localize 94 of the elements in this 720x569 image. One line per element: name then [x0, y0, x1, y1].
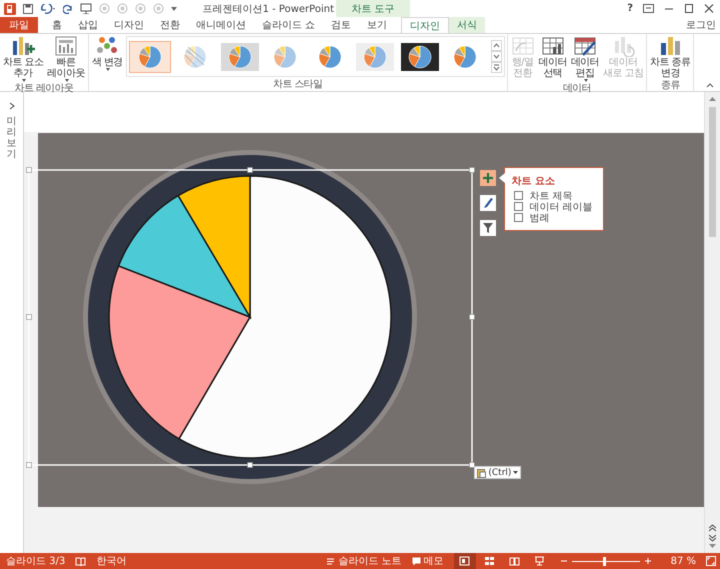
more-styles-icon[interactable]	[490, 62, 502, 73]
ribbon-button[interactable]: 차트 요소 추가	[2, 34, 44, 83]
normal-view-icon	[459, 556, 470, 566]
checkbox[interactable]	[514, 213, 524, 222]
undo-icon[interactable]	[40, 4, 56, 14]
checkbox[interactable]	[514, 202, 524, 211]
scrollbar-thumb[interactable]	[709, 107, 716, 237]
notes-button[interactable]: 슬라이드 노트	[338, 554, 402, 568]
chart-styles-button[interactable]	[480, 195, 496, 211]
ribbon-button[interactable]: 빠른 레이아웃	[46, 34, 86, 83]
ribbon-tab[interactable]: 서식	[449, 17, 486, 33]
brush-icon	[482, 197, 494, 209]
ribbon-tab[interactable]: 검토	[323, 17, 360, 33]
proofing-icon[interactable]	[75, 556, 86, 566]
chart-elements-button[interactable]	[480, 170, 496, 186]
selection-frame[interactable]	[26, 167, 476, 468]
fit-to-window-icon[interactable]	[706, 556, 716, 566]
disabled-tool-icon	[117, 3, 128, 14]
zoom-in-icon[interactable]	[644, 558, 651, 564]
chart-style-option[interactable]	[398, 40, 441, 72]
ribbon-button[interactable]: 차트 종류 변경	[649, 34, 692, 80]
disabled-tool-icon	[135, 3, 146, 14]
option-label: 범례	[529, 212, 550, 224]
table-swap-icon	[510, 35, 535, 57]
redo-icon[interactable]	[63, 4, 73, 14]
book-view-icon	[509, 556, 520, 566]
caret-icon	[513, 470, 518, 474]
scroll-down-icon[interactable]	[490, 51, 502, 62]
help-button[interactable]: ?	[627, 3, 633, 14]
scroll-down-icon[interactable]	[709, 544, 716, 549]
filter-icon	[482, 222, 494, 234]
maximize-icon[interactable]	[684, 4, 694, 13]
language-indicator[interactable]: 한국어	[96, 554, 126, 568]
group-label: 데이터	[562, 83, 592, 95]
paste-options-button[interactable]: (Ctrl)	[474, 466, 522, 479]
customize-toolbar-icon[interactable]	[171, 6, 177, 10]
collapse-ribbon-icon[interactable]	[706, 82, 714, 88]
presentation-icon[interactable]	[80, 3, 92, 14]
group-label: 차트 레이아웃	[13, 83, 74, 95]
bar-chart-icon	[658, 35, 682, 57]
view-button[interactable]	[454, 553, 476, 569]
ribbon-button[interactable]: 데이터 편집	[570, 34, 600, 83]
slide-counter: 슬라이드 3/3	[6, 555, 66, 568]
slideshow-icon	[534, 556, 546, 566]
option-label: 차트 제목	[529, 190, 573, 202]
group-label: 종류	[660, 80, 681, 92]
chart-plus-icon	[11, 35, 36, 57]
grid-view-icon	[484, 556, 496, 566]
scroll-up-icon[interactable]	[709, 96, 716, 101]
previous-slide-icon[interactable]	[709, 524, 716, 532]
clipboard-icon	[477, 468, 486, 478]
option-label: 데이터 레이블	[529, 200, 593, 214]
checkbox-option[interactable]: 데이터 레이블	[511, 201, 598, 212]
ribbon-tab[interactable]: 파일	[0, 17, 38, 33]
ribbon-tab[interactable]: 삽입	[70, 17, 106, 33]
contextual-tab-group: 차트 도구	[336, 0, 410, 17]
checkbox[interactable]	[514, 191, 524, 200]
chart-filters-button[interactable]	[480, 220, 496, 236]
disabled-tool-icon	[153, 3, 164, 14]
checkbox-option[interactable]: 차트 제목	[511, 190, 598, 201]
ribbon-tab[interactable]: 보기	[359, 17, 396, 33]
slider-thumb[interactable]	[602, 556, 606, 566]
ribbon-tab[interactable]: 슬라이드 쇼	[254, 17, 324, 33]
ribbon-tab[interactable]: 애니메이션	[188, 17, 254, 33]
save-icon[interactable]	[23, 4, 33, 14]
next-slide-icon[interactable]	[709, 534, 716, 542]
expand-pane-icon[interactable]	[8, 102, 15, 110]
ribbon-display-icon[interactable]	[643, 4, 654, 13]
ribbon-button[interactable]: 색 변경	[90, 34, 124, 79]
checkbox-option[interactable]: 범례	[511, 212, 598, 223]
app-logo-icon	[4, 2, 16, 14]
comments-button[interactable]: 메모	[424, 554, 444, 568]
zoom-level[interactable]: 87 %	[670, 556, 696, 566]
pie-chart-icon	[220, 42, 259, 70]
popup-title: 차트 요소	[511, 175, 555, 188]
scroll-up-icon[interactable]	[490, 40, 502, 51]
ribbon-tab[interactable]: 전환	[152, 17, 188, 33]
sign-in-link[interactable]: 로그인	[686, 18, 720, 32]
ribbon-tab[interactable]: 디자인	[106, 17, 152, 33]
plus-icon	[482, 172, 494, 184]
pie-chart-drawing[interactable]	[83, 150, 418, 484]
window-title: 프레젠테이션1 - PowerPoint	[202, 3, 334, 16]
disabled-tool-icon	[99, 3, 110, 14]
comment-icon	[412, 556, 421, 566]
zoom-out-icon[interactable]	[560, 558, 567, 564]
group-label: 차트 스타일	[272, 79, 324, 91]
ribbon-tab[interactable]: 디자인	[401, 17, 450, 33]
close-icon[interactable]	[704, 4, 714, 13]
pie-chart-icon	[356, 42, 394, 70]
notes-icon	[326, 556, 336, 566]
ribbon-tab[interactable]: 홈	[44, 17, 70, 33]
pie-chart-icon	[400, 42, 439, 70]
ribbon-button[interactable]: 데이터 선택	[538, 34, 568, 83]
thumbnails-label[interactable]: 미리 보기	[6, 116, 17, 160]
